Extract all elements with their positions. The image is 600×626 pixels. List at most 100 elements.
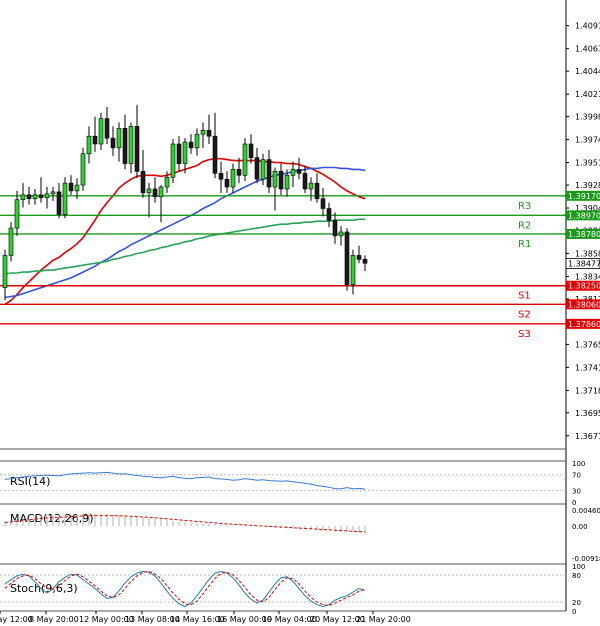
- level-tag-text-s3: 1.37860: [568, 320, 600, 329]
- level-price-tags: 1.39170 1.38970 1.38780 1.38250 1.38060 1.378…: [565, 190, 600, 329]
- candle-body-up: [80, 153, 86, 186]
- candle: [242, 138, 248, 182]
- candle: [170, 139, 176, 184]
- candle-body-down: [302, 173, 308, 190]
- candle-body-up: [74, 184, 80, 192]
- candle-body-up: [86, 135, 92, 155]
- candle-body-down: [218, 173, 224, 180]
- candle-body-up: [272, 171, 278, 188]
- stoch-tick-label: 80: [572, 572, 581, 580]
- price-tick-label: 1.40445: [575, 67, 600, 76]
- candle-body-down: [68, 182, 74, 192]
- price-tick-label: 1.39745: [575, 136, 600, 145]
- macd-tick-label: 0.00: [572, 523, 588, 531]
- candle-body-down: [362, 259, 368, 264]
- rsi-tick-label: 30: [572, 487, 581, 495]
- candle-body-up: [200, 130, 206, 135]
- time-tick-label: 21 May 20:00: [356, 615, 411, 624]
- rsi-tick-label: 100: [572, 460, 585, 468]
- level-name-r1: R1: [518, 239, 531, 250]
- price-tick-label: 1.38580: [575, 249, 600, 258]
- candle-body-up: [194, 133, 200, 149]
- candle-body-down: [92, 135, 98, 145]
- level-tag-text-s2: 1.38060: [568, 300, 600, 309]
- candle-body-down: [38, 194, 44, 199]
- macd-tick-label: -0.009183: [572, 555, 600, 563]
- candle-body-down: [212, 135, 218, 174]
- candle: [62, 177, 68, 219]
- price-tick-label: 1.36715: [575, 432, 600, 441]
- candle-body-up: [308, 182, 314, 190]
- candle-body-up: [50, 191, 56, 195]
- candle-body-down: [314, 182, 320, 200]
- candle-body-up: [8, 227, 14, 256]
- candle-body-down: [320, 198, 326, 209]
- candle-body-down: [296, 169, 302, 174]
- candle-body-down: [134, 126, 140, 172]
- candle-body-up: [14, 199, 20, 229]
- price-tick-label: 1.40675: [575, 45, 600, 54]
- candle-body-down: [278, 171, 284, 190]
- candle-body-down: [248, 143, 254, 158]
- candle-body-up: [242, 143, 248, 176]
- candle-body-down: [356, 255, 362, 260]
- stoch-label: Stoch(9,6,3): [10, 582, 78, 595]
- candle: [8, 222, 14, 262]
- macd-tick-label: 0.004605: [572, 507, 600, 515]
- time-tick-label: 19 May 04:00: [262, 615, 317, 624]
- candle-body-down: [140, 171, 146, 194]
- stoch-tick-label: 100: [572, 563, 585, 571]
- candle: [80, 147, 86, 191]
- candle-body-up: [98, 118, 104, 145]
- candle-body-up: [230, 169, 236, 188]
- candle-body-up: [164, 176, 170, 188]
- candle: [98, 112, 104, 150]
- candle-body-down: [176, 143, 182, 164]
- level-tag-text-r2: 1.38970: [568, 211, 600, 220]
- price-tick-label: 1.39980: [575, 113, 600, 122]
- candle-body-down: [56, 191, 62, 215]
- candle-body-down: [26, 194, 32, 200]
- candle-body-up: [62, 182, 68, 215]
- candle-body-up: [116, 128, 122, 149]
- candle-body-down: [188, 141, 194, 149]
- candle-body-up: [32, 194, 38, 200]
- level-name-s3: S3: [518, 329, 531, 340]
- current-price-label: 1.38477: [568, 260, 600, 269]
- price-tick-label: 1.37650: [575, 340, 600, 349]
- trading-chart: R3 R2 R1 S1 S2 S3 1.40910 1.40675 1.40445 1.4021…: [0, 0, 600, 626]
- candle-body-up: [182, 141, 188, 164]
- level-name-r2: R2: [518, 220, 531, 231]
- candle-body-down: [332, 219, 338, 237]
- price-tick-label: 1.38345: [575, 272, 600, 281]
- candle-body-down: [206, 130, 212, 137]
- level-name-s1: S1: [518, 291, 531, 302]
- price-tick-label: 1.36950: [575, 409, 600, 418]
- time-tick-label: 7 May 12:00: [0, 615, 33, 624]
- candle-body-down: [266, 159, 272, 188]
- candle-body-up: [158, 186, 164, 198]
- candle-body-up: [2, 255, 8, 288]
- candle-body-up: [338, 231, 344, 237]
- price-tick-label: 1.37180: [575, 386, 600, 395]
- candle-body-down: [236, 169, 242, 176]
- level-tag-text-r3: 1.39170: [568, 192, 600, 201]
- time-tick-label: 8 May 20:00: [29, 615, 79, 624]
- candle-body-up: [146, 188, 152, 194]
- candle-body-up: [284, 174, 290, 190]
- candle-body-down: [152, 188, 158, 198]
- candle-body-down: [122, 128, 128, 164]
- candle-body-down: [110, 137, 116, 149]
- candle-body-down: [254, 157, 260, 180]
- price-tick-label: 1.39510: [575, 159, 600, 168]
- candle: [344, 228, 350, 291]
- candle-body-up: [260, 159, 266, 180]
- price-tick-label: 1.40910: [575, 22, 600, 31]
- candle-body-up: [290, 169, 296, 176]
- price-tick-label: 1.40210: [575, 90, 600, 99]
- candle-body-up: [350, 255, 356, 286]
- candle-body-up: [20, 194, 26, 201]
- rsi-tick-label: 0: [572, 499, 576, 507]
- level-tag-text-s1: 1.38250: [568, 282, 600, 291]
- background: [0, 0, 600, 626]
